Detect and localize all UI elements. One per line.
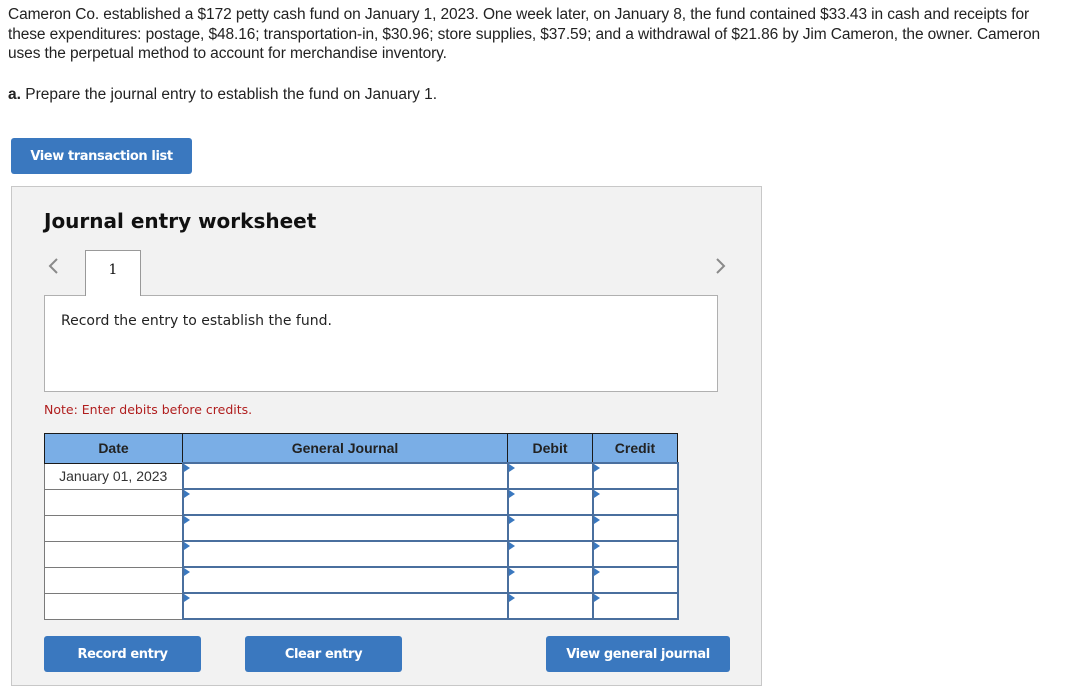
entry-description-box: Record the entry to establish the fund. [44, 295, 718, 392]
debit-credit-note: Note: Enter debits before credits. [44, 402, 253, 417]
account-input[interactable] [181, 488, 509, 516]
entry-tab-1[interactable]: 1 [85, 250, 141, 296]
table-row [44, 488, 679, 516]
view-transaction-list-button[interactable]: View transaction list [11, 138, 192, 174]
account-input[interactable] [181, 540, 509, 568]
part-a-text: Prepare the journal entry to establish t… [20, 86, 438, 103]
chevron-left-icon [48, 258, 58, 274]
debit-input[interactable] [506, 592, 594, 620]
account-input[interactable] [181, 566, 509, 594]
debit-input[interactable] [506, 566, 594, 594]
credit-input[interactable] [591, 488, 679, 516]
problem-text: Cameron Co. established a $172 petty cas… [8, 6, 1040, 62]
credit-input[interactable] [591, 566, 679, 594]
previous-entry-button[interactable] [46, 255, 62, 279]
account-input[interactable] [181, 514, 509, 542]
account-input[interactable] [181, 592, 509, 620]
part-a-instruction: a. Prepare the journal entry to establis… [8, 85, 437, 105]
journal-table: Date General Journal Debit Credit Januar… [44, 433, 679, 620]
date-cell [44, 592, 183, 620]
next-entry-button[interactable] [714, 255, 730, 279]
date-cell [44, 488, 183, 516]
journal-entry-worksheet: Journal entry worksheet 1 Record the ent… [11, 186, 762, 686]
journal-header-row: Date General Journal Debit Credit [44, 433, 678, 464]
credit-input[interactable] [591, 514, 679, 542]
date-cell: January 01, 2023 [44, 462, 183, 490]
credit-input[interactable] [591, 592, 679, 620]
credit-input[interactable] [591, 462, 679, 490]
header-debit: Debit [507, 433, 593, 464]
clear-entry-button[interactable]: Clear entry [245, 636, 402, 672]
header-general-journal: General Journal [182, 433, 508, 464]
date-cell [44, 514, 183, 542]
credit-input[interactable] [591, 540, 679, 568]
problem-statement: Cameron Co. established a $172 petty cas… [8, 5, 1064, 64]
header-date: Date [44, 433, 183, 464]
chevron-right-icon [716, 258, 726, 274]
account-input[interactable] [181, 462, 509, 490]
record-entry-button[interactable]: Record entry [44, 636, 201, 672]
debit-input[interactable] [506, 462, 594, 490]
part-a-label: a. [8, 86, 21, 103]
debit-input[interactable] [506, 488, 594, 516]
debit-input[interactable] [506, 514, 594, 542]
entry-description: Record the entry to establish the fund. [61, 313, 332, 329]
date-cell [44, 566, 183, 594]
date-cell [44, 540, 183, 568]
table-row [44, 592, 679, 620]
table-row [44, 514, 679, 542]
table-row [44, 566, 679, 594]
header-credit: Credit [592, 433, 678, 464]
table-row: January 01, 2023 [44, 462, 679, 490]
view-general-journal-button[interactable]: View general journal [546, 636, 730, 672]
worksheet-title: Journal entry worksheet [44, 209, 317, 233]
debit-input[interactable] [506, 540, 594, 568]
table-row [44, 540, 679, 568]
